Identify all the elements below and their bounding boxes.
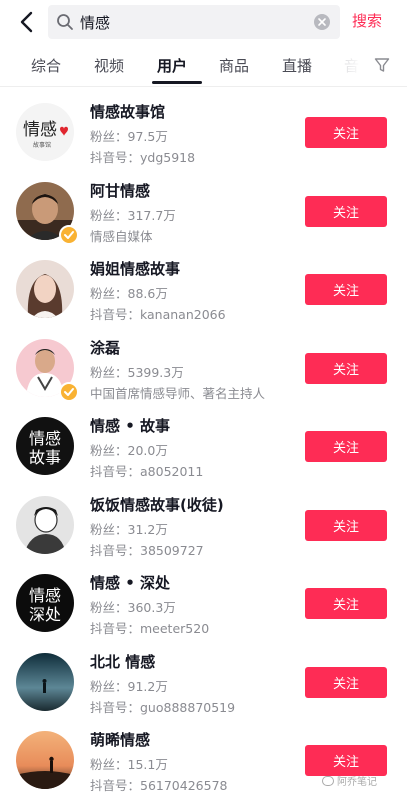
list-item[interactable]: 阿甘情感 粉丝：317.7万 情感自媒体 关注	[0, 175, 407, 254]
search-bar[interactable]	[48, 5, 340, 39]
user-id: 抖音号：kananan2066	[90, 307, 226, 322]
follow-button[interactable]: 关注	[305, 431, 387, 462]
user-id: 抖音号：meeter520	[90, 621, 210, 636]
user-name: 娟姐情感故事	[90, 260, 181, 278]
active-tab-indicator	[152, 81, 202, 84]
user-id: 抖音号：guo888870519	[90, 699, 236, 715]
user-bio: 中国首席情感导师、著名主持人	[90, 385, 266, 401]
avatar[interactable]	[16, 495, 74, 554]
tab-videos[interactable]: 视频	[94, 55, 124, 76]
follower-count: 粉丝：15.1万	[90, 757, 168, 772]
user-name: 情感 • 深处	[90, 574, 171, 592]
search-button[interactable]: 搜索	[352, 10, 382, 31]
follower-count: 粉丝：317.7万	[90, 207, 176, 223]
avatar-text: 情感	[29, 586, 61, 605]
verified-badge-icon	[59, 381, 79, 402]
watermark: 阿乔笔记	[322, 773, 377, 788]
user-name: 北北 情感	[90, 652, 156, 671]
tab-bar: 综合 视频 用户 商品 直播 音	[0, 44, 407, 86]
follow-button[interactable]: 关注	[305, 117, 387, 148]
follower-count: 粉丝：5399.3万	[90, 364, 184, 380]
follower-count: 粉丝：91.2万	[90, 678, 168, 694]
watermark-text: 阿乔笔记	[337, 777, 377, 788]
avatar-subtext: 故事馆	[33, 141, 51, 149]
user-name: 情感 • 故事	[90, 417, 171, 435]
list-item[interactable]: 北北 情感 粉丝：91.2万 抖音号：guo888870519 关注	[0, 646, 407, 725]
user-id: 抖音号：ydg5918	[90, 150, 196, 165]
avatar-subtext: 故事	[29, 448, 61, 467]
user-id: 抖音号：a8052011	[90, 464, 204, 479]
list-item[interactable]: 涂磊 粉丝：5399.3万 中国首席情感导师、著名主持人 关注	[0, 332, 407, 411]
avatar[interactable]	[16, 260, 74, 318]
tab-general[interactable]: 综合	[31, 55, 61, 76]
user-name: 情感故事馆	[90, 103, 166, 121]
avatar-text: 情感	[23, 120, 57, 140]
avatar-text: 情感	[29, 429, 61, 448]
tab-fade	[330, 44, 370, 86]
search-input[interactable]	[80, 9, 300, 35]
user-name: 饭饭情感故事(收徒)	[90, 495, 224, 514]
follow-button[interactable]: 关注	[305, 509, 387, 541]
list-item[interactable]: 情感 深处 情感 • 深处 粉丝：360.3万 抖音号：meeter520 关注	[0, 567, 407, 646]
avatar[interactable]: 情感 深处	[16, 574, 74, 632]
user-id: 抖音号：56170426578	[90, 778, 228, 793]
search-icon	[57, 14, 73, 30]
follower-count: 粉丝：97.5万	[90, 129, 168, 144]
follow-button[interactable]: 关注	[305, 666, 387, 698]
wechat-icon	[322, 776, 334, 786]
tab-products[interactable]: 商品	[219, 55, 249, 76]
follower-count: 粉丝：31.2万	[90, 521, 168, 537]
follower-count: 粉丝：360.3万	[90, 600, 176, 615]
clear-icon[interactable]	[314, 14, 330, 30]
follow-button[interactable]: 关注	[305, 588, 387, 619]
avatar[interactable]: 情感 故事	[16, 417, 74, 475]
user-name: 阿甘情感	[90, 181, 151, 200]
filter-icon[interactable]	[374, 57, 390, 73]
follow-button[interactable]: 关注	[305, 745, 387, 776]
user-name: 萌晞情感	[90, 731, 151, 749]
avatar[interactable]: 情感 故事馆	[16, 103, 74, 161]
avatar[interactable]	[16, 652, 74, 711]
verified-badge-icon	[59, 224, 79, 245]
tab-users[interactable]: 用户	[157, 55, 187, 76]
divider	[0, 86, 407, 87]
follow-button[interactable]: 关注	[305, 195, 387, 227]
follower-count: 粉丝：88.6万	[90, 286, 168, 301]
back-arrow-icon[interactable]	[14, 8, 42, 36]
avatar-subtext: 深处	[29, 605, 61, 624]
follow-button[interactable]: 关注	[305, 274, 387, 305]
list-item[interactable]: 情感 故事馆 情感故事馆 粉丝：97.5万 抖音号：ydg5918 关注	[0, 96, 407, 175]
list-item[interactable]: 情感 故事 情感 • 故事 粉丝：20.0万 抖音号：a8052011 关注	[0, 410, 407, 489]
user-name: 涂磊	[90, 338, 121, 357]
list-item[interactable]: 饭饭情感故事(收徒) 粉丝：31.2万 抖音号：38509727 关注	[0, 489, 407, 568]
follower-count: 粉丝：20.0万	[90, 443, 168, 458]
avatar[interactable]	[16, 731, 74, 789]
list-item[interactable]: 娟姐情感故事 粉丝：88.6万 抖音号：kananan2066 关注	[0, 253, 407, 332]
user-id: 抖音号：38509727	[90, 542, 204, 558]
follow-button[interactable]: 关注	[305, 352, 387, 384]
user-list: 情感 故事馆 情感故事馆 粉丝：97.5万 抖音号：ydg5918 关注 阿甘情…	[0, 96, 407, 798]
top-bar: 搜索	[0, 0, 407, 44]
user-bio: 情感自媒体	[90, 228, 153, 244]
tab-live[interactable]: 直播	[282, 55, 312, 76]
